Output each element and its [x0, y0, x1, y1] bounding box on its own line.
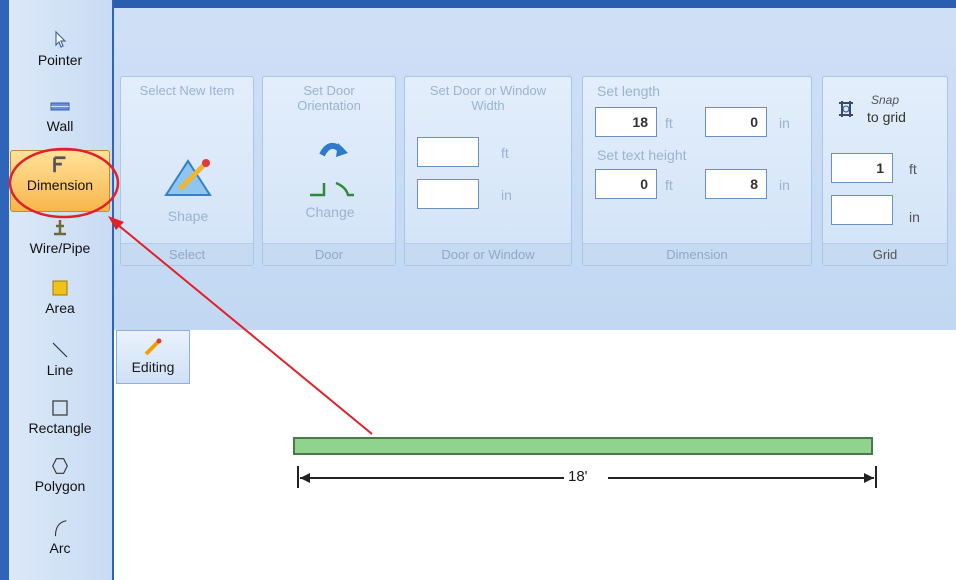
snap-to-grid-toggle[interactable]: Snap to grid: [833, 93, 943, 133]
ft-unit-label: ft: [909, 161, 917, 177]
text-height-in-input[interactable]: 8: [705, 169, 767, 199]
door-window-title: Set Door or Window Width: [429, 83, 547, 113]
tool-label: Dimension: [26, 177, 94, 193]
door-window-group: Set Door or Window Width ft in Door or W…: [404, 76, 572, 266]
tool-label: Pointer: [37, 52, 83, 68]
tool-label: Polygon: [34, 478, 86, 494]
select-group-title: Select New Item: [139, 83, 235, 98]
tool-line[interactable]: Line: [10, 340, 110, 388]
select-group-caption: Select: [121, 243, 253, 265]
polygon-icon: [52, 458, 68, 474]
tool-label: Area: [45, 300, 75, 316]
tool-label: Wall: [46, 118, 74, 134]
dimension-icon: [53, 156, 66, 173]
ribbon: Select New Item Shape Select Set Door Or…: [114, 0, 956, 330]
grid-in-input[interactable]: [831, 195, 893, 225]
tool-dimension[interactable]: Dimension: [10, 150, 110, 212]
door-group-title: Set Door Orientation: [297, 83, 361, 113]
change-button-label: Change: [305, 204, 355, 220]
drawing-surface: [293, 437, 877, 488]
in-unit-label: in: [501, 187, 512, 203]
tool-area[interactable]: Area: [10, 278, 110, 326]
tool-label: Rectangle: [28, 420, 92, 436]
door-window-caption: Door or Window: [405, 243, 571, 265]
door-group-caption: Door: [263, 243, 395, 265]
pencil-icon: [144, 338, 162, 356]
tool-arc[interactable]: Arc: [10, 518, 110, 570]
snap-grid-icon: [839, 101, 853, 117]
length-ft-input[interactable]: 18: [595, 107, 657, 137]
tool-palette: Pointer Wall Dimension Wire/Pipe Area Li…: [0, 0, 114, 580]
grid-ft-input[interactable]: 1: [831, 153, 893, 183]
shape-button-label: Shape: [167, 208, 209, 224]
grid-group: Snap to grid 1 ft in Grid: [822, 76, 948, 266]
drawing-canvas[interactable]: 18': [116, 330, 956, 580]
wall-icon: [50, 102, 70, 111]
change-door-button[interactable]: Change: [285, 137, 375, 235]
ft-unit-label: ft: [665, 177, 673, 193]
door-window-width-ft-input[interactable]: [417, 137, 479, 167]
door-group: Set Door Orientation Change Door: [262, 76, 396, 266]
wall-segment[interactable]: [293, 437, 873, 455]
dimension-group-caption: Dimension: [583, 243, 811, 265]
set-length-label: Set length: [597, 83, 661, 99]
snap-label: Snap: [871, 93, 900, 107]
grid-group-caption: Grid: [823, 243, 947, 265]
tool-wire-pipe[interactable]: Wire/Pipe: [10, 218, 110, 266]
door-swing-icon: [310, 142, 354, 197]
shape-icon: [164, 159, 212, 196]
rectangle-icon: [52, 400, 68, 416]
line-icon: [52, 342, 68, 358]
in-unit-label: in: [909, 209, 920, 225]
door-window-width-in-input[interactable]: [417, 179, 479, 209]
tool-rectangle[interactable]: Rectangle: [10, 398, 110, 448]
length-in-input[interactable]: 0: [705, 107, 767, 137]
in-unit-label: in: [779, 177, 790, 193]
text-height-ft-input[interactable]: 0: [595, 169, 657, 199]
tool-label: Arc: [49, 540, 71, 556]
tool-wall[interactable]: Wall: [10, 96, 110, 144]
tool-label: Line: [46, 362, 74, 378]
dimension-group: Set length 18 ft 0 in Set text height 0 …: [582, 76, 812, 266]
in-unit-label: in: [779, 115, 790, 131]
select-group: Select New Item Shape Select: [120, 76, 254, 266]
pointer-icon: [55, 30, 67, 48]
dimension-label: 18': [568, 468, 588, 485]
to-grid-label: to grid: [867, 109, 906, 125]
area-icon: [52, 280, 68, 296]
editing-tab-label: Editing: [131, 359, 175, 375]
editing-tab[interactable]: Editing: [116, 330, 190, 384]
tool-label: Wire/Pipe: [29, 240, 91, 256]
ft-unit-label: ft: [501, 145, 509, 161]
ft-unit-label: ft: [665, 115, 673, 131]
shape-button[interactable]: Shape: [143, 153, 233, 235]
set-text-height-label: Set text height: [597, 147, 687, 163]
tool-polygon[interactable]: Polygon: [10, 456, 110, 506]
tool-pointer[interactable]: Pointer: [10, 30, 110, 78]
arc-icon: [54, 520, 67, 537]
wire-pipe-icon: [54, 220, 66, 236]
